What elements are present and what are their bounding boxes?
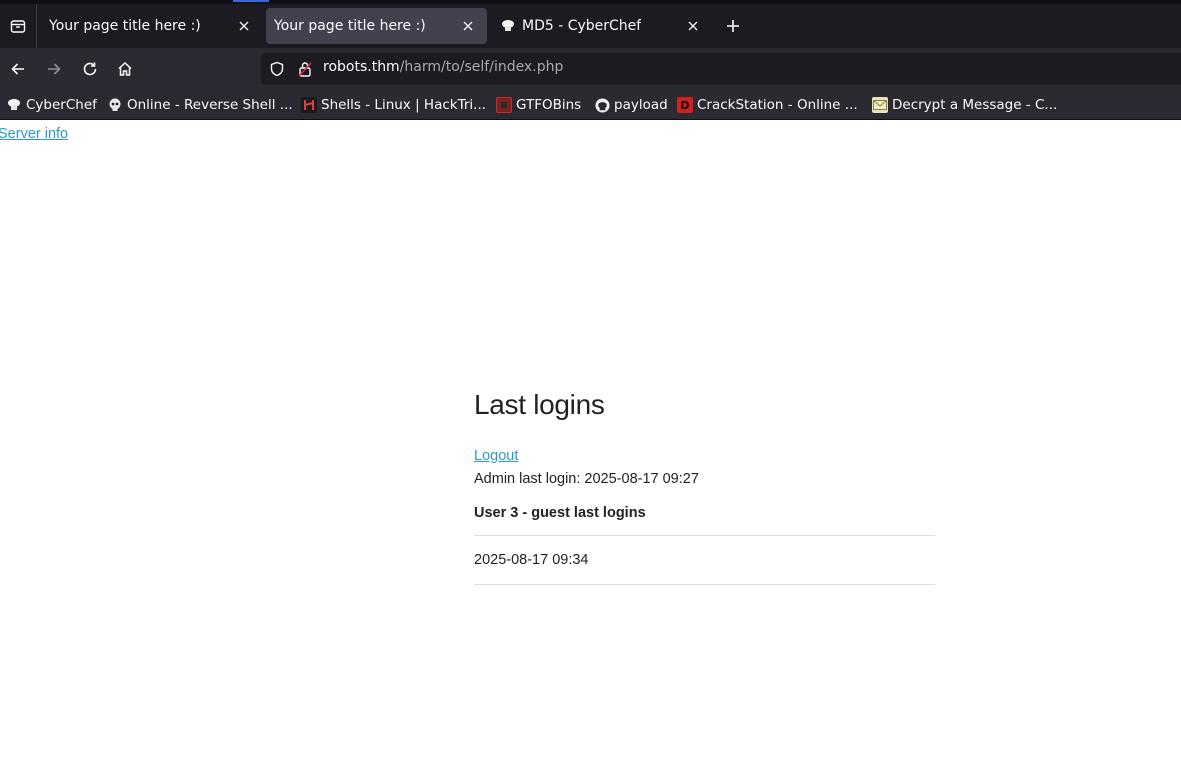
new-tab-button[interactable]	[720, 13, 746, 39]
url-path: /harm/to/self/index.php	[399, 59, 564, 75]
skull-icon	[107, 97, 123, 113]
tab-close-button[interactable]	[684, 17, 702, 35]
login-timestamp: 2025-08-17 09:34	[474, 552, 589, 568]
page-title: Last logins	[474, 389, 605, 420]
bookmark-crackstation[interactable]: D CrackStation - Online ...	[677, 95, 858, 115]
bookmark-decrypt-message[interactable]: Decrypt a Message - C...	[872, 95, 1057, 115]
user-logins-heading: User 3 - guest last logins	[474, 505, 646, 521]
close-icon	[688, 21, 698, 31]
reload-icon	[83, 62, 97, 76]
forward-button[interactable]	[40, 55, 68, 83]
tab-bar: Your page title here :) Your page title …	[0, 4, 1181, 48]
tracking-protection-shield-icon[interactable]	[269, 61, 285, 81]
gtfobins-icon	[496, 97, 512, 113]
navigation-toolbar: robots.thm/harm/to/self/index.php	[0, 48, 1181, 90]
bookmark-label: payload	[614, 97, 668, 113]
list-all-tabs-button[interactable]	[0, 4, 37, 48]
arrow-right-icon	[48, 63, 61, 75]
tab-your-page-title-2[interactable]: Your page title here :)	[266, 8, 487, 44]
bookmark-label: Decrypt a Message - C...	[892, 97, 1058, 113]
tab-your-page-title-1[interactable]: Your page title here :)	[41, 8, 263, 44]
admin-last-login-text: Admin last login: 2025-08-17 09:27	[474, 471, 699, 487]
arrow-left-icon	[11, 63, 24, 75]
reload-button[interactable]	[76, 55, 104, 83]
bookmark-label: CyberChef	[26, 97, 97, 113]
bookmark-gtfobins[interactable]: GTFOBins	[496, 95, 581, 115]
panel-indicator	[233, 0, 269, 2]
cyberchef-icon	[6, 97, 22, 113]
crackstation-icon: D	[677, 97, 693, 113]
tabs-list-icon	[10, 20, 26, 33]
envelope-icon	[872, 97, 888, 113]
last-logins-panel: Last logins Logout Admin last login: 202…	[474, 389, 935, 585]
bookmark-label: Shells - Linux | HackTri...	[321, 97, 487, 113]
tab-title: Your page title here :)	[274, 18, 426, 34]
bookmark-cyberchef[interactable]: CyberChef	[6, 95, 97, 115]
close-icon	[239, 21, 249, 31]
logout-link[interactable]: Logout	[474, 448, 935, 464]
server-info-link[interactable]: Server info	[0, 126, 68, 142]
hacktricks-icon	[301, 97, 317, 113]
tab-title: MD5 - CyberChef	[522, 18, 642, 34]
tab-close-button[interactable]	[235, 17, 253, 35]
table-row: 2025-08-17 09:34	[474, 536, 935, 585]
bookmark-label: Online - Reverse Shell ...	[127, 97, 293, 113]
github-icon	[594, 97, 610, 113]
address-bar[interactable]: robots.thm/harm/to/self/index.php	[261, 53, 1181, 85]
tab-close-button[interactable]	[459, 17, 477, 35]
page-viewport: Server info Last logins Logout Admin las…	[0, 121, 1181, 770]
close-icon	[463, 21, 473, 31]
url-text[interactable]: robots.thm/harm/to/self/index.php	[323, 59, 563, 75]
bookmark-label: CrackStation - Online ...	[697, 97, 858, 113]
plus-icon	[727, 20, 739, 32]
insecure-lock-icon[interactable]	[297, 60, 313, 82]
tab-title: Your page title here :)	[49, 18, 201, 34]
bookmark-reverse-shell[interactable]: Online - Reverse Shell ...	[107, 95, 293, 115]
back-button[interactable]	[4, 55, 32, 83]
bookmarks-toolbar: CyberChef Online - Reverse Shell ... She…	[0, 90, 1181, 120]
tab-md5-cyberchef[interactable]: MD5 - CyberChef	[490, 8, 712, 44]
logins-table: 2025-08-17 09:34	[474, 535, 935, 585]
home-icon	[118, 61, 132, 76]
home-button[interactable]	[111, 55, 139, 83]
url-host: robots.thm	[323, 59, 400, 75]
bookmark-payload[interactable]: payload	[594, 95, 668, 115]
bookmark-label: GTFOBins	[516, 97, 582, 113]
cyberchef-icon	[500, 18, 516, 34]
bookmark-hacktricks[interactable]: Shells - Linux | HackTri...	[301, 95, 486, 115]
